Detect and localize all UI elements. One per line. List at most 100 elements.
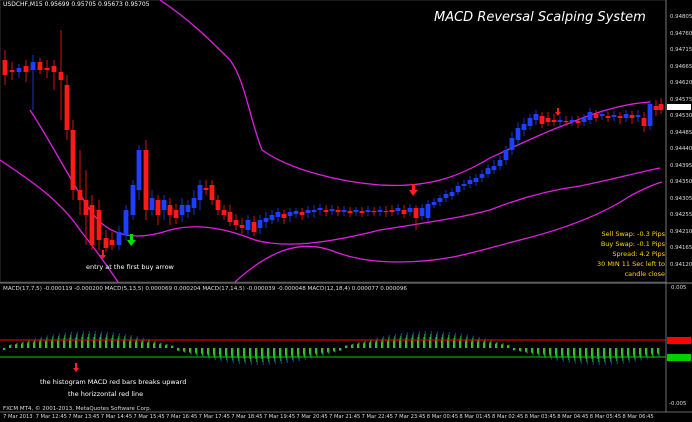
macd-histogram-bar (154, 340, 156, 348)
price-tick-label: 0.94395 (670, 162, 692, 169)
macd-histogram-bar (292, 348, 294, 363)
candle-body (335, 210, 341, 212)
footer-copyright: FXCM MT4, © 2001-2013, MetaQuotes Softwa… (3, 406, 152, 412)
candle-body (299, 212, 305, 215)
candle-body (497, 160, 503, 166)
macd-histogram-bar (202, 348, 204, 358)
sell-arrow-icon[interactable] (409, 184, 418, 196)
candle-body (515, 128, 521, 140)
candle-body (425, 204, 431, 218)
candle-body (575, 121, 581, 123)
histogram-pointer-arrow-icon (73, 363, 79, 372)
macd-histogram-bar (502, 342, 504, 348)
time-tick-label: 7 Mar 22:45 (361, 414, 393, 420)
macd-histogram-bar (562, 348, 564, 362)
macd-histogram-bar (490, 339, 492, 348)
macd-histogram-bar (196, 348, 198, 357)
time-tick-label: 7 Mar 21:45 (329, 414, 361, 420)
candle-body (58, 72, 64, 80)
candle-body (545, 118, 551, 122)
macd-histogram-bar (226, 348, 228, 363)
candle-body (116, 232, 122, 245)
macd-histogram-bar (634, 348, 636, 362)
macd-histogram-bar (172, 345, 174, 348)
time-tick-label: 7 Mar 18:45 (231, 414, 263, 420)
candle-body (305, 210, 311, 213)
time-tick-label: 8 Mar 01:45 (459, 414, 491, 420)
candle-body (173, 210, 179, 218)
macd-histogram-bar (286, 348, 288, 364)
candle-body (359, 211, 365, 213)
candle-body (479, 174, 485, 178)
price-tick-label: 0.94210 (670, 228, 692, 235)
macd-histogram-bar (508, 344, 510, 348)
candle-body (44, 68, 50, 70)
price-tick-label: 0.94255 (670, 212, 692, 218)
candle-body (179, 205, 185, 215)
time-tick-label: 8 Mar 02:45 (492, 414, 524, 420)
macd-histogram-bar (124, 334, 126, 348)
macd-histogram (3, 331, 660, 365)
macd-histogram-bar (364, 340, 366, 348)
candle-body (96, 210, 102, 240)
price-tick-label: 0.94575 (670, 96, 692, 103)
price-tick-label: 0.94715 (670, 47, 692, 53)
candle-body (209, 185, 215, 200)
macd-histogram-bar (658, 348, 660, 357)
candle-body (551, 120, 557, 122)
macd-histogram-bar (520, 348, 522, 352)
candle-body (395, 208, 401, 211)
price-chart-canvas[interactable] (0, 0, 692, 422)
macd-histogram-bar (40, 336, 42, 348)
macd-histogram-bar (628, 348, 630, 363)
candle-body (269, 215, 275, 220)
candle-body (635, 115, 641, 117)
macd-histogram-bar (532, 348, 534, 356)
macd-histogram-bar (28, 339, 30, 348)
candle-body (599, 114, 605, 116)
macd-histogram-bar (238, 348, 240, 364)
candle-body (293, 211, 299, 214)
macd-annotation-line1: the histogram MACD red bars breaks upwar… (40, 378, 187, 386)
current-price-marker (667, 104, 691, 110)
price-tick-label: 0.94350 (670, 179, 692, 185)
candle-body (605, 116, 611, 118)
macd-histogram-bar (514, 348, 516, 351)
candle-body (37, 62, 43, 70)
candle-body (167, 205, 173, 215)
macd-histogram-bar (388, 334, 390, 348)
candle-body (509, 138, 515, 150)
macd-histogram-bar (466, 334, 468, 348)
macd-histogram-bar (598, 348, 600, 365)
macd-histogram-bar (178, 348, 180, 352)
chart-title: MACD Reversal Scalping System (434, 10, 646, 25)
price-tick-label: 0.94530 (670, 113, 692, 119)
macd-histogram-bar (394, 333, 396, 348)
time-tick-label: 7 Mar 16:45 (166, 414, 198, 420)
time-tick-label: 7 Mar 17:45 (198, 414, 230, 420)
candle-body (317, 208, 323, 210)
sell-arrow-icon-2[interactable] (555, 108, 561, 116)
time-tick-label: 7 Mar 23:45 (394, 414, 426, 420)
candle-body (245, 220, 251, 230)
macd-histogram-bar (142, 337, 144, 348)
macd-histogram-bar (622, 348, 624, 364)
candle-body (503, 150, 509, 160)
macd-histogram-bar (250, 348, 252, 365)
candle-body (449, 192, 455, 196)
macd-histogram-bar (646, 348, 648, 360)
candle-body (329, 209, 335, 211)
candle-body (275, 212, 281, 217)
candle-body (383, 211, 389, 213)
macd-histogram-bar (334, 348, 336, 353)
macd-histogram-bar (478, 336, 480, 348)
macd-histogram-bar (298, 348, 300, 362)
price-tick-label: 0.94485 (670, 129, 692, 136)
macd-histogram-bar (580, 348, 582, 365)
macd-tick-top: 0.005 (671, 285, 687, 291)
candle-body (203, 188, 209, 190)
time-tick-label: 7 Mar 12:45 (35, 414, 67, 420)
macd-histogram-bar (496, 341, 498, 348)
time-tick-label: 8 Mar 03:45 (524, 414, 556, 420)
time-tick-label: 8 Mar 00:45 (426, 414, 459, 420)
